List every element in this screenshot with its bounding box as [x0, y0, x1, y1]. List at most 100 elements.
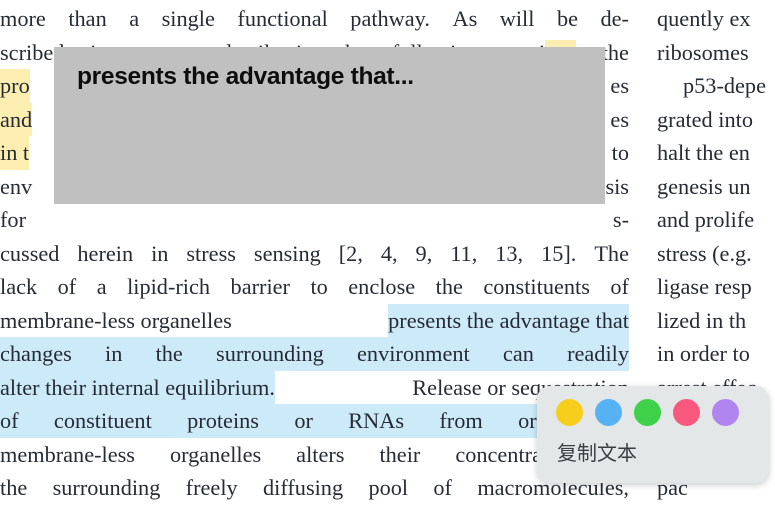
word: barrier: [230, 274, 290, 299]
word: [2,: [338, 240, 363, 266]
text-line: membrane-less organelles presents the ad…: [0, 303, 629, 337]
overlay-panel-text: presents the advantage that...: [77, 63, 414, 90]
text-line: the surrounding freely diffusing pool of…: [0, 471, 629, 505]
text-line: ligase resp: [657, 274, 752, 299]
highlighted-word-yellow: and: [0, 102, 33, 136]
highlighted-text-blue: changes in the surrounding environment c…: [0, 337, 629, 371]
text-line: membrane-less organelles alters their co…: [0, 438, 629, 472]
word: The: [594, 240, 629, 266]
word: the: [0, 475, 28, 500]
text-line: alter their internal equilibrium. Releas…: [0, 370, 629, 404]
word: diffusing: [263, 475, 344, 500]
word: signals: [195, 505, 257, 510]
word: upon: [451, 505, 496, 510]
word: membrane-less: [0, 441, 135, 467]
word: that: [286, 505, 319, 510]
word: the: [435, 274, 463, 299]
word: alters: [296, 441, 345, 467]
word: s-: [612, 207, 629, 232]
word: lack: [0, 274, 38, 299]
word: more: [0, 6, 46, 31]
highlighted-text-blue: alter their internal equilibrium.: [0, 370, 275, 404]
swatch-green[interactable]: [634, 399, 661, 426]
text-line: stress (e.g.: [657, 240, 752, 266]
word: herein: [77, 240, 134, 266]
word: es: [610, 106, 629, 132]
word: pool: [368, 475, 409, 500]
word: 9,: [415, 240, 433, 266]
word: in: [151, 240, 169, 266]
word: 4,: [380, 240, 398, 266]
translation-overlay-panel[interactable]: presents the advantage that...: [54, 47, 605, 204]
word: stress: [525, 505, 575, 510]
text-line: and prolife: [657, 207, 755, 232]
swatch-pink[interactable]: [673, 399, 700, 426]
word: organelles: [169, 441, 262, 467]
swatch-purple[interactable]: [712, 399, 739, 426]
word: 15].: [541, 240, 577, 266]
word: for: [0, 207, 26, 232]
word: cussed: [0, 240, 60, 266]
swatch-blue[interactable]: [595, 399, 622, 426]
word: sending: [96, 505, 165, 510]
word: a: [96, 274, 107, 299]
word: As: [452, 6, 478, 31]
word: constituents: [483, 274, 590, 299]
word-group: membrane-less organelles: [0, 307, 232, 333]
word: to: [611, 140, 629, 165]
word: 13,: [495, 240, 524, 266]
highlighted-text-blue: of constituent proteins or RNAs from or …: [0, 404, 629, 438]
text-line: thereby sending signals that impinge upo…: [0, 505, 629, 510]
word: 11,: [450, 240, 478, 266]
word: be: [556, 6, 578, 31]
swatch-yellow[interactable]: [556, 399, 583, 426]
word: stress: [186, 240, 236, 266]
word: sensing: [253, 240, 321, 266]
word: lipid-rich: [127, 274, 211, 299]
word: to: [310, 274, 328, 299]
text-line: in order to: [657, 341, 750, 366]
text-line: through n: [657, 505, 775, 510]
word: functional: [237, 6, 328, 31]
text-line: ribosomes: [657, 39, 749, 65]
text-line: grated into: [657, 106, 753, 132]
text-line: p53-depe: [683, 73, 766, 98]
word: surrounding: [52, 475, 161, 500]
word: will: [499, 6, 535, 31]
word: of: [57, 274, 77, 299]
word: re-: [604, 505, 629, 510]
word: thereby: [0, 505, 67, 510]
word: env: [0, 173, 33, 199]
word: single: [161, 6, 215, 31]
text-line: of constituent proteins or RNAs from or …: [0, 404, 629, 438]
highlighted-text-blue: presents the advantage that: [388, 303, 629, 337]
text-line: lized in th: [657, 307, 747, 333]
text-line: more than a single functional pathway. A…: [0, 2, 629, 36]
color-swatch-row: [556, 399, 739, 426]
word: freely: [185, 475, 238, 500]
word: the: [601, 39, 629, 65]
word: than: [68, 6, 107, 31]
text-line: halt the en: [657, 140, 750, 165]
copy-text-button[interactable]: 复制文本: [557, 438, 637, 468]
text-line: lack of a lipid-rich barrier to enclose …: [0, 270, 629, 304]
word: enclose: [348, 274, 416, 299]
word: impinge: [349, 505, 422, 510]
word: their: [379, 441, 421, 467]
word: pathway.: [350, 6, 430, 31]
text-line: genesis un: [657, 173, 751, 199]
page-root: more than a single functional pathway. A…: [0, 0, 775, 510]
text-line: for s-: [0, 203, 629, 237]
highlight-color-popup[interactable]: 复制文本: [537, 386, 769, 483]
highlighted-word-yellow: in t: [0, 136, 30, 170]
word: a: [129, 6, 140, 31]
word: of: [610, 274, 629, 299]
word: sis: [605, 173, 629, 199]
word: es: [610, 73, 629, 98]
word: de-: [600, 6, 629, 31]
text-line: cussed herein in stress sensing [2, 4, 9…: [0, 237, 629, 271]
text-line: changes in the surrounding environment c…: [0, 337, 629, 371]
highlighted-word-yellow: pro: [0, 69, 30, 103]
word: of: [433, 475, 452, 500]
text-line: quently ex: [657, 6, 751, 31]
